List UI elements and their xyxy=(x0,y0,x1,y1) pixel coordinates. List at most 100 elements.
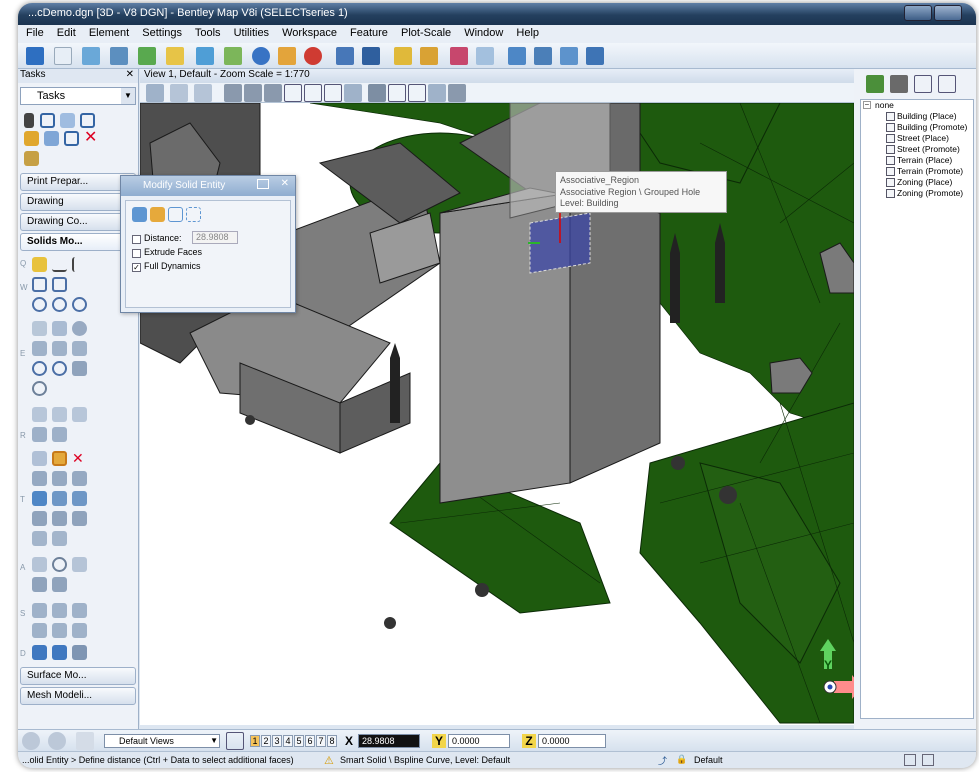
stop-icon[interactable] xyxy=(304,47,322,65)
tree-item[interactable]: Building (Place) xyxy=(861,111,973,122)
modify-icon[interactable] xyxy=(24,131,39,146)
view-toggle-icon[interactable] xyxy=(448,84,466,102)
cone-icon[interactable] xyxy=(52,321,67,336)
trim-2-icon[interactable] xyxy=(52,623,67,638)
group-drawing-composition[interactable]: Drawing Co... xyxy=(20,213,136,231)
model-status-icon[interactable] xyxy=(904,754,916,766)
display-style-icon[interactable] xyxy=(170,84,188,102)
dialog-maximize-icon[interactable] xyxy=(257,179,269,189)
circle-2-icon[interactable] xyxy=(52,297,67,312)
view-2-button[interactable]: 2 xyxy=(261,735,271,747)
zoom-out-icon[interactable] xyxy=(264,84,282,102)
view-icon[interactable] xyxy=(508,47,526,65)
zoom-in-icon[interactable] xyxy=(244,84,262,102)
z-field[interactable]: 0.0000 xyxy=(538,734,606,748)
distance-checkbox[interactable] xyxy=(132,235,141,244)
view-2-icon[interactable] xyxy=(534,47,552,65)
modify-solid-icon[interactable] xyxy=(52,451,67,466)
clip-icon[interactable] xyxy=(194,84,212,102)
view-4-button[interactable]: 4 xyxy=(283,735,293,747)
face-icon[interactable] xyxy=(32,491,47,506)
circle-icon[interactable] xyxy=(32,297,47,312)
unite-icon[interactable] xyxy=(32,451,47,466)
open-file-icon[interactable] xyxy=(54,47,72,65)
group-solids-modeling[interactable]: Solids Mo... xyxy=(20,233,136,251)
rectangle-icon[interactable] xyxy=(32,277,47,292)
forward-icon[interactable] xyxy=(48,732,66,750)
lock-status-icon[interactable]: 🔒 xyxy=(676,754,687,765)
trim-3-icon[interactable] xyxy=(72,623,87,638)
menu-workspace[interactable]: Workspace xyxy=(282,27,337,39)
mode-solid-icon[interactable] xyxy=(150,207,165,222)
sphere-icon[interactable] xyxy=(72,321,87,336)
edge-3-icon[interactable] xyxy=(72,511,87,526)
menu-edit[interactable]: Edit xyxy=(57,27,76,39)
view-6-button[interactable]: 6 xyxy=(305,735,315,747)
loft-icon[interactable] xyxy=(32,427,47,442)
previous-view-icon[interactable] xyxy=(388,84,406,102)
view-8-button[interactable]: 8 xyxy=(327,735,337,747)
shell-icon[interactable] xyxy=(32,471,47,486)
face-2-icon[interactable] xyxy=(52,491,67,506)
view-3-icon[interactable] xyxy=(560,47,578,65)
select-arrow-icon[interactable] xyxy=(24,113,34,128)
map-icon[interactable] xyxy=(450,47,468,65)
back-icon[interactable] xyxy=(22,732,40,750)
extrude-2-icon[interactable] xyxy=(52,407,67,422)
tools-icon[interactable] xyxy=(196,47,214,65)
group-surface-modeling[interactable]: Surface Mo... xyxy=(20,667,136,685)
menu-plot-scale[interactable]: Plot-Scale xyxy=(401,27,451,39)
tree-item[interactable]: Street (Promote) xyxy=(861,144,973,155)
view-1-button[interactable]: 1 xyxy=(250,735,260,747)
trim-icon[interactable] xyxy=(32,623,47,638)
menu-element[interactable]: Element xyxy=(89,27,129,39)
tree-item[interactable]: Zoning (Promote) xyxy=(861,188,973,199)
tree-item[interactable]: Terrain (Place) xyxy=(861,155,973,166)
group-drawing[interactable]: Drawing xyxy=(20,193,136,211)
tasks-selector[interactable]: Tasks ▼ xyxy=(20,87,136,105)
extrude-icon[interactable] xyxy=(32,407,47,422)
edge-icon[interactable] xyxy=(32,511,47,526)
torus-icon[interactable] xyxy=(32,361,47,376)
ellipse-icon[interactable] xyxy=(72,297,87,312)
move-icon[interactable] xyxy=(60,113,75,128)
sweep-icon[interactable] xyxy=(72,407,87,422)
update-icon[interactable] xyxy=(224,84,242,102)
measure-icon[interactable] xyxy=(24,151,39,166)
view-attributes-icon[interactable] xyxy=(146,84,164,102)
save-icon[interactable] xyxy=(82,47,100,65)
snap-icon[interactable] xyxy=(224,47,242,65)
menu-settings[interactable]: Settings xyxy=(142,27,182,39)
delete-face-icon[interactable]: ✕ xyxy=(72,451,87,466)
feature-2-icon[interactable] xyxy=(362,47,380,65)
utility-icon[interactable] xyxy=(32,645,47,660)
snap-status-icon[interactable]: ⤴ xyxy=(658,754,667,767)
smart-line-icon[interactable] xyxy=(32,257,47,272)
level-icon[interactable] xyxy=(138,47,156,65)
cylinder-icon[interactable] xyxy=(32,341,47,356)
fit-view-icon[interactable] xyxy=(304,84,322,102)
mode-edge-icon[interactable] xyxy=(168,207,183,222)
orient-icon[interactable] xyxy=(52,557,67,572)
arc-icon[interactable] xyxy=(52,257,67,272)
tree-item[interactable]: Zoning (Place) xyxy=(861,177,973,188)
thicken-icon[interactable] xyxy=(52,427,67,442)
x-field[interactable]: 28.9808 xyxy=(358,734,420,748)
scale-icon[interactable] xyxy=(44,131,59,146)
orient-2-icon[interactable] xyxy=(72,557,87,572)
curve-icon[interactable] xyxy=(72,257,87,272)
next-view-icon[interactable] xyxy=(408,84,426,102)
menu-feature[interactable]: Feature xyxy=(350,27,388,39)
close-icon[interactable]: ✕ xyxy=(126,69,134,80)
document-icon[interactable] xyxy=(938,75,956,93)
view-5-button[interactable]: 5 xyxy=(294,735,304,747)
info-icon[interactable] xyxy=(252,47,270,65)
menu-utilities[interactable]: Utilities xyxy=(234,27,269,39)
fillet-icon[interactable] xyxy=(72,471,87,486)
section-2-icon[interactable] xyxy=(52,603,67,618)
full-dynamics-checkbox[interactable]: ✓ xyxy=(132,263,141,272)
distance-field[interactable]: 28.9808 xyxy=(192,231,238,244)
minimize-button[interactable] xyxy=(904,5,932,21)
mode-vertex-icon[interactable] xyxy=(186,207,201,222)
tree-item[interactable]: Street (Place) xyxy=(861,133,973,144)
